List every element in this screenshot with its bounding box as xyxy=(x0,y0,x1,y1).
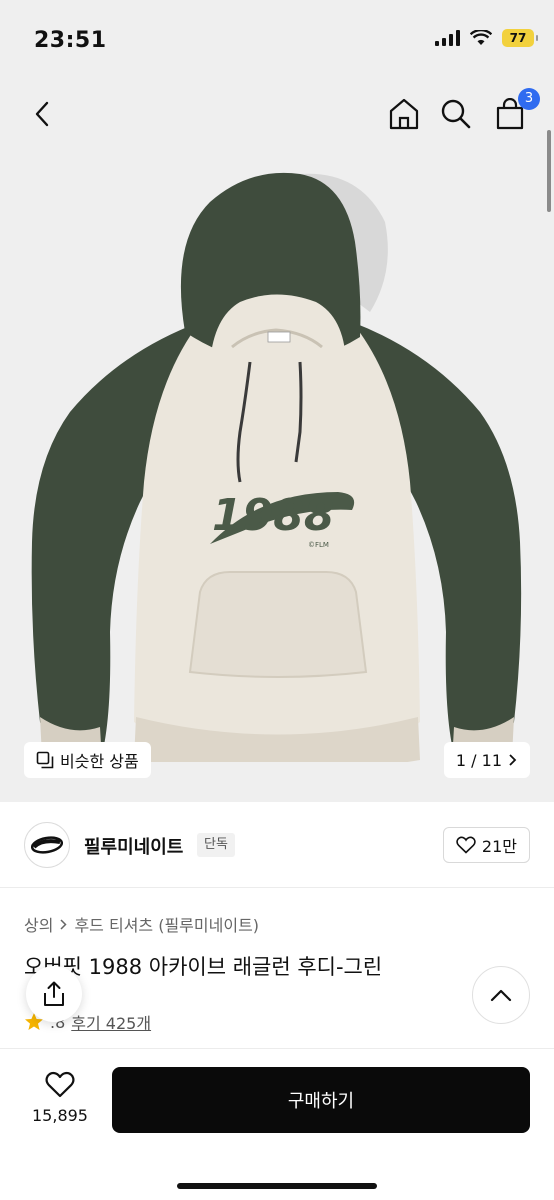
product-title: 오버핏 1988 아카이브 래글런 후디-그린 xyxy=(24,955,383,979)
chevron-up-icon xyxy=(490,989,512,1002)
heart-icon xyxy=(45,1071,75,1098)
copy-icon xyxy=(36,751,54,769)
status-bar: 23:51 77 xyxy=(0,0,554,82)
search-icon xyxy=(441,99,471,129)
status-time: 23:51 xyxy=(34,28,107,53)
back-button[interactable] xyxy=(22,94,62,134)
product-gallery[interactable]: 3 1988 ©FLM 비슷한 상품 1 / 11 xyxy=(0,82,554,802)
battery-icon: 77 xyxy=(502,29,538,47)
status-icons: 77 xyxy=(435,29,538,47)
buy-button[interactable]: 구매하기 xyxy=(112,1067,530,1133)
breadcrumb: 상의 후드 티셔츠 (필루미네이트) xyxy=(24,912,259,936)
brand-name[interactable]: 필루미네이트 xyxy=(84,833,183,859)
brand-logo[interactable] xyxy=(24,822,70,868)
breadcrumb-category[interactable]: 상의 xyxy=(24,912,53,936)
wifi-icon xyxy=(470,30,492,45)
page-indicator-text: 1 / 11 xyxy=(455,750,502,770)
share-button[interactable] xyxy=(26,966,82,1022)
wishlist-button[interactable]: 15,895 xyxy=(22,1071,98,1125)
back-icon xyxy=(35,101,49,127)
share-icon xyxy=(44,981,64,1006)
signal-icon xyxy=(435,30,460,46)
chevron-right-icon xyxy=(60,918,68,930)
chest-print: 1988 xyxy=(212,490,334,541)
similar-products-button[interactable]: 비슷한 상품 xyxy=(24,742,151,778)
brand-row: 필루미네이트 단독 21만 xyxy=(0,802,554,888)
top-navigation: 3 xyxy=(0,82,554,146)
search-button[interactable] xyxy=(436,94,476,134)
chest-print-sub: ©FLM xyxy=(308,541,329,549)
chevron-right-icon xyxy=(509,754,517,766)
breadcrumb-subcategory[interactable]: 후드 티셔츠 (필루미네이트) xyxy=(74,912,259,936)
cart-button[interactable]: 3 xyxy=(490,88,540,134)
image-page-indicator[interactable]: 1 / 11 xyxy=(443,742,530,778)
similar-products-label: 비슷한 상품 xyxy=(60,752,139,771)
product-image: 1988 ©FLM xyxy=(31,172,522,762)
brand-like-button[interactable]: 21만 xyxy=(442,827,530,863)
exclusive-badge: 단독 xyxy=(197,833,235,857)
home-icon xyxy=(389,98,419,130)
home-indicator xyxy=(177,1183,377,1189)
reviews-link[interactable]: 후기 425개 xyxy=(71,1010,151,1034)
brand-logo-icon xyxy=(30,836,64,854)
heart-icon xyxy=(456,836,476,854)
purchase-bar: 15,895 구매하기 xyxy=(0,1048,554,1200)
wishlist-count: 15,895 xyxy=(32,1106,88,1125)
brand-like-count: 21만 xyxy=(481,837,517,856)
scroll-top-button[interactable] xyxy=(472,966,530,1024)
cart-count-badge: 3 xyxy=(518,88,540,110)
home-button[interactable] xyxy=(384,94,424,134)
